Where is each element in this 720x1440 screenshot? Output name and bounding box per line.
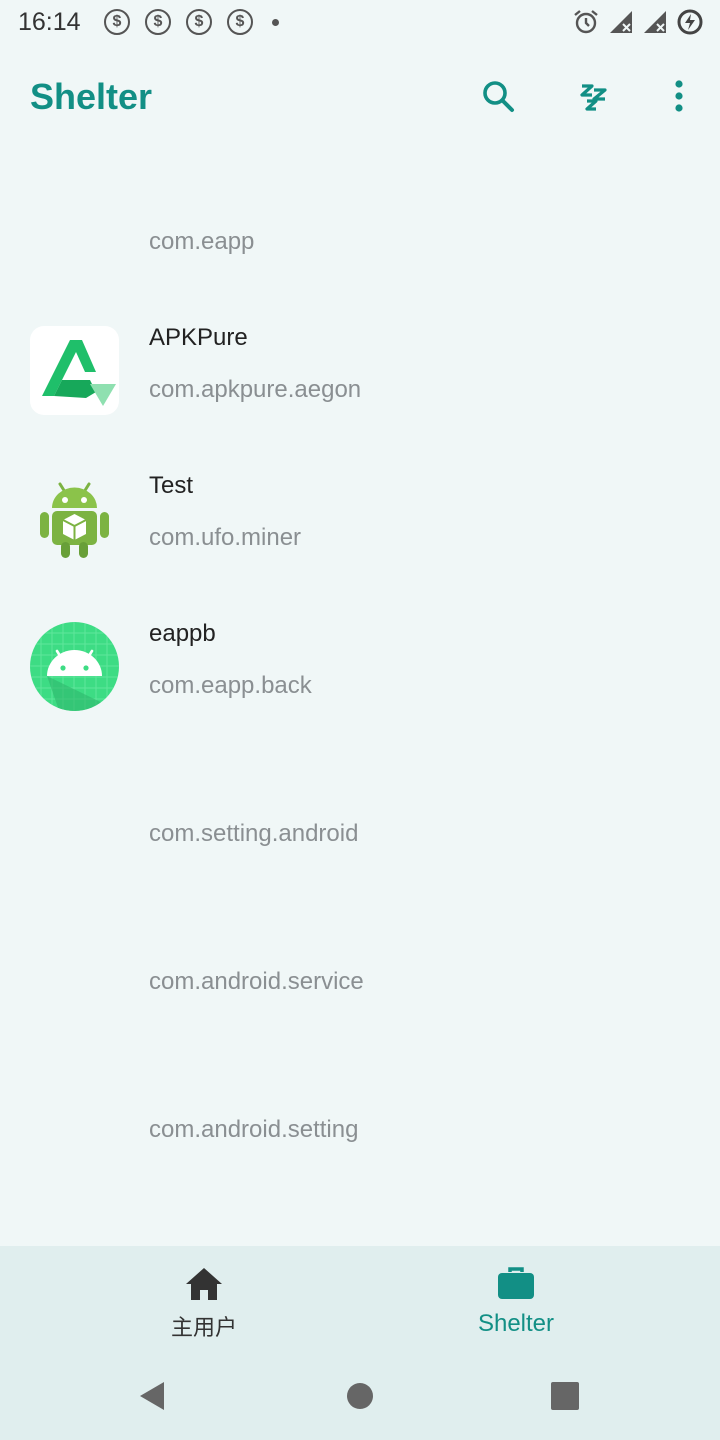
list-item[interactable]: Test com.ufo.miner — [0, 464, 720, 612]
app-name: APKPure — [149, 324, 248, 351]
app-name: eappb — [149, 620, 216, 647]
freeze-all-button[interactable] — [570, 72, 618, 120]
apkpure-icon — [30, 326, 119, 415]
alarm-icon — [574, 10, 598, 34]
list-item[interactable]: com.setting.android — [0, 760, 720, 908]
briefcase-icon — [498, 1267, 534, 1299]
signal-icon — [610, 11, 632, 33]
search-icon — [483, 81, 514, 112]
status-time: 16:14 — [18, 8, 81, 36]
app-package: com.setting.android — [149, 820, 359, 847]
system-navigation-bar — [0, 1350, 720, 1440]
home-circle-icon[interactable] — [344, 1380, 376, 1412]
home-icon — [186, 1268, 222, 1300]
tab-label: 主用户 — [170, 1315, 237, 1340]
search-button[interactable] — [474, 72, 522, 120]
list-item[interactable]: com.eapp — [0, 168, 720, 316]
dollar-icon: $ — [104, 9, 130, 35]
page-title: Shelter — [30, 76, 153, 117]
more-options-button[interactable] — [655, 72, 703, 120]
app-list: com.eapp APKPure com.apkpure.aegon Test … — [0, 168, 720, 1204]
app-name: Test — [149, 472, 194, 499]
app-package: com.ufo.miner — [149, 524, 302, 551]
dollar-icon: $ — [186, 9, 212, 35]
signal-icon — [644, 11, 666, 33]
app-package: com.eapp — [149, 228, 255, 255]
system-status-icons — [572, 8, 704, 36]
list-item[interactable]: com.android.setting — [0, 1056, 720, 1204]
status-bar: 16:14 $ $ $ $ — [0, 0, 720, 46]
battery-saver-icon — [677, 9, 703, 35]
sleep-icon — [580, 84, 607, 111]
tab-label: Shelter — [477, 1310, 555, 1337]
back-icon[interactable] — [136, 1380, 168, 1412]
android-robot-icon — [40, 482, 109, 558]
tab-shelter[interactable]: Shelter — [336, 1246, 696, 1350]
app-package: com.eapp.back — [149, 672, 312, 699]
notification-icons: $ $ $ $ — [104, 9, 279, 35]
android-adaptive-icon — [30, 622, 119, 711]
bottom-navigation: 主用户 Shelter — [0, 1246, 720, 1350]
app-bar: Shelter — [0, 46, 720, 146]
list-item[interactable]: com.android.service — [0, 908, 720, 1056]
app-package: com.apkpure.aegon — [149, 376, 362, 403]
more-vert-icon — [675, 80, 683, 112]
list-item[interactable]: eappb com.eapp.back — [0, 612, 720, 760]
dollar-icon: $ — [227, 9, 253, 35]
app-package: com.android.setting — [149, 1116, 359, 1143]
tab-main-user[interactable]: 主用户 — [24, 1246, 384, 1350]
more-notifications-dot-icon — [272, 18, 279, 26]
list-item[interactable]: APKPure com.apkpure.aegon — [0, 316, 720, 464]
app-package: com.android.service — [149, 968, 364, 995]
dollar-icon: $ — [145, 9, 171, 35]
recents-icon[interactable] — [549, 1380, 581, 1412]
